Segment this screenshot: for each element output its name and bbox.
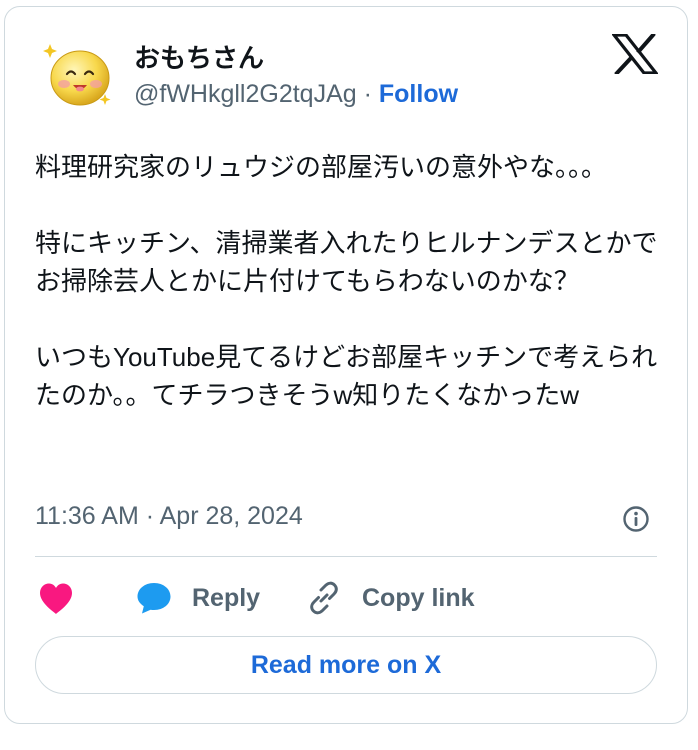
handle-separator: · [356,80,379,108]
read-more-button[interactable]: Read more on X [35,636,657,694]
info-icon[interactable] [622,505,650,533]
author-handle-row: @fWHkgll2G2tqJAg · Follow [134,80,458,109]
link-icon [310,581,338,615]
tweet-text: 料理研究家のリュウジの部屋汚いの意外やな。。。 特にキッチン、清掃業者入れたりヒ… [35,152,658,410]
copy-link-button[interactable]: Copy link [306,578,475,618]
copy-link-label: Copy link [362,583,475,612]
divider [35,556,657,557]
heart-icon[interactable] [38,582,74,616]
reply-label: Reply [192,583,261,612]
avatar[interactable] [42,38,116,112]
follow-button[interactable]: Follow [379,80,458,108]
tweet-timestamp[interactable]: 11:36 AM · Apr 28, 2024 [35,502,303,531]
reply-button[interactable]: Reply [136,578,260,618]
author-handle[interactable]: @fWHkgll2G2tqJAg [134,80,357,108]
x-logo-icon[interactable] [612,34,658,74]
author-display-name[interactable]: おもちさん [134,38,264,75]
speech-bubble-icon [137,583,171,614]
